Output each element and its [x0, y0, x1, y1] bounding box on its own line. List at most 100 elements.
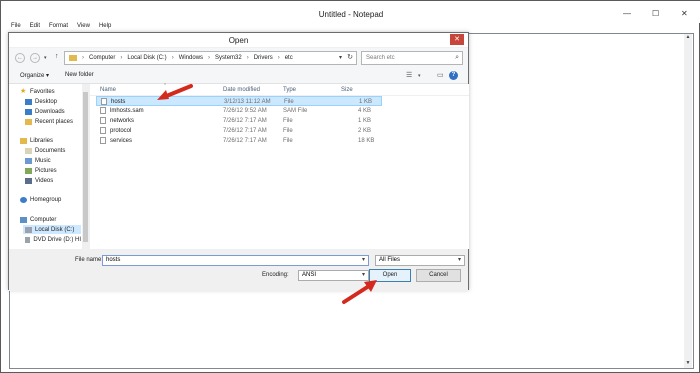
- search-input[interactable]: Search etc ⌕: [361, 51, 463, 65]
- tree-item-desktop[interactable]: Desktop: [25, 97, 57, 106]
- file-icon: [100, 137, 106, 144]
- dvd-drive-icon: [25, 236, 31, 243]
- breadcrumb-separator: ›: [120, 55, 123, 61]
- address-dropdown-icon[interactable]: ▾: [339, 54, 342, 61]
- tree-item-homegroup[interactable]: Homegroup: [20, 195, 61, 204]
- search-icon: ⌕: [455, 54, 459, 61]
- column-headers: ⌃ Name Date modified Type Size: [90, 83, 469, 96]
- documents-icon: [25, 147, 32, 154]
- help-icon[interactable]: ?: [449, 71, 458, 80]
- breadcrumb-separator: ›: [171, 55, 174, 61]
- chevron-down-icon[interactable]: ▾: [458, 256, 461, 265]
- file-icon: [101, 98, 107, 105]
- search-placeholder: Search etc: [366, 55, 395, 61]
- navigation-pane-scrollbar[interactable]: [82, 84, 89, 249]
- tree-item-documents[interactable]: Documents: [25, 146, 65, 155]
- recent-places-icon: [25, 118, 32, 125]
- back-icon[interactable]: ←: [15, 53, 25, 63]
- folder-icon: [69, 55, 77, 61]
- music-icon: [25, 157, 32, 164]
- tree-item-downloads[interactable]: Downloads: [25, 107, 65, 116]
- refresh-icon[interactable]: ↻: [347, 53, 353, 61]
- cancel-button[interactable]: Cancel: [416, 269, 461, 282]
- notepad-title: Untitled - Notepad: [318, 10, 384, 19]
- encoding-label: Encoding:: [262, 272, 289, 278]
- breadcrumb-separator: ›: [82, 55, 84, 61]
- file-type-value: All Files: [379, 257, 401, 263]
- breadcrumb-separator: ›: [208, 55, 211, 61]
- videos-icon: [25, 177, 32, 184]
- file-list: ⌃ Name Date modified Type Size hosts 3/1…: [90, 83, 469, 249]
- file-type-select[interactable]: All Files ▾: [375, 255, 465, 266]
- file-icon: [100, 117, 106, 124]
- file-row-services[interactable]: services 7/26/12 7:17 AM File 18 KB: [96, 136, 382, 146]
- breadcrumb-drivers[interactable]: Drivers: [254, 55, 273, 61]
- libraries-icon: [20, 137, 27, 144]
- file-icon: [100, 107, 106, 114]
- file-row-networks[interactable]: networks 7/26/12 7:17 AM File 1 KB: [96, 116, 382, 126]
- view-options-icon[interactable]: ☰: [406, 71, 412, 79]
- notepad-title-bar: Untitled - Notepad — ☐ ✕: [1, 1, 700, 23]
- close-icon[interactable]: ✕: [681, 9, 688, 18]
- scrollbar-thumb[interactable]: [83, 92, 88, 242]
- breadcrumb-local-disk[interactable]: Local Disk (C:): [127, 55, 166, 61]
- file-name-value: hosts: [106, 257, 121, 263]
- chevron-down-icon[interactable]: ▾: [362, 256, 365, 265]
- dialog-footer: File name: hosts ▾ All Files ▾ Encoding:…: [9, 249, 468, 291]
- scroll-down-icon[interactable]: ▼: [684, 360, 692, 368]
- new-folder-button[interactable]: New folder: [65, 72, 94, 78]
- maximize-icon[interactable]: ☐: [652, 9, 659, 18]
- tree-item-favorites[interactable]: ★ Favorites: [20, 87, 55, 96]
- dialog-title: Open: [228, 36, 249, 45]
- file-icon: [100, 127, 106, 134]
- breadcrumb-etc[interactable]: etc: [285, 55, 293, 61]
- preview-pane-icon[interactable]: ▭: [437, 71, 444, 79]
- annotation-arrow-open: [342, 280, 377, 304]
- tree-item-local-disk[interactable]: Local Disk (C:): [23, 225, 81, 234]
- file-row-protocol[interactable]: protocol 7/26/12 7:17 AM File 2 KB: [96, 126, 382, 136]
- file-name-input[interactable]: hosts ▾: [102, 255, 369, 266]
- homegroup-icon: [20, 196, 27, 203]
- address-bar[interactable]: › Computer › Local Disk (C:) › Windows ›…: [64, 51, 357, 65]
- navigation-bar: ← → ▾ ↑ › Computer › Local Disk (C:) › W…: [9, 48, 468, 68]
- breadcrumb-computer[interactable]: Computer: [89, 55, 115, 61]
- breadcrumb-separator: ›: [277, 55, 280, 61]
- column-size[interactable]: Size: [341, 87, 353, 93]
- column-type[interactable]: Type: [283, 87, 296, 93]
- dialog-close-icon[interactable]: ✕: [450, 34, 464, 45]
- recent-locations-icon[interactable]: ▾: [44, 55, 47, 61]
- pictures-icon: [25, 167, 32, 174]
- open-dialog: Open ✕ ← → ▾ ↑ › Computer › Local Disk (…: [8, 32, 469, 291]
- view-dropdown-icon[interactable]: ▾: [418, 73, 421, 79]
- minimize-icon[interactable]: —: [623, 9, 631, 18]
- column-date-modified[interactable]: Date modified: [223, 87, 260, 93]
- dialog-title-bar: Open ✕: [9, 33, 468, 47]
- breadcrumb-system32[interactable]: System32: [215, 55, 242, 61]
- drive-icon: [25, 226, 32, 233]
- breadcrumb-separator: ›: [246, 55, 249, 61]
- desktop-icon: [25, 98, 32, 105]
- notepad-scrollbar[interactable]: ▲ ▼: [684, 34, 692, 368]
- organize-button[interactable]: Organize ▾: [20, 72, 49, 79]
- tree-item-pictures[interactable]: Pictures: [25, 166, 57, 175]
- file-name-label: File name:: [75, 257, 104, 263]
- file-row-lmhosts[interactable]: lmhosts.sam 7/26/12 9:52 AM SAM File 4 K…: [96, 106, 382, 116]
- scroll-up-icon[interactable]: ▲: [684, 34, 692, 42]
- tree-item-computer[interactable]: Computer: [20, 215, 56, 224]
- computer-icon: [20, 216, 27, 223]
- tree-item-recent-places[interactable]: Recent places: [25, 117, 73, 126]
- tree-item-music[interactable]: Music: [25, 156, 51, 165]
- tree-item-libraries[interactable]: Libraries: [20, 136, 53, 145]
- file-row-hosts[interactable]: hosts 3/12/13 11:12 AM File 1 KB: [96, 96, 382, 106]
- breadcrumb-windows[interactable]: Windows: [179, 55, 203, 61]
- navigation-pane: ★ Favorites Desktop Downloads Recent plac…: [9, 84, 89, 249]
- forward-icon[interactable]: →: [30, 53, 40, 63]
- tree-item-dvd-drive[interactable]: DVD Drive (D:) HI: [25, 235, 81, 244]
- up-folder-icon[interactable]: ↑: [55, 53, 59, 60]
- annotation-arrow-hosts: [157, 84, 193, 100]
- tree-item-videos[interactable]: Videos: [25, 176, 53, 185]
- column-name[interactable]: Name: [100, 87, 116, 93]
- command-bar: Organize ▾ New folder ☰ ▾ ▭ ?: [9, 68, 468, 84]
- star-icon: ★: [20, 87, 27, 95]
- downloads-icon: [25, 108, 32, 115]
